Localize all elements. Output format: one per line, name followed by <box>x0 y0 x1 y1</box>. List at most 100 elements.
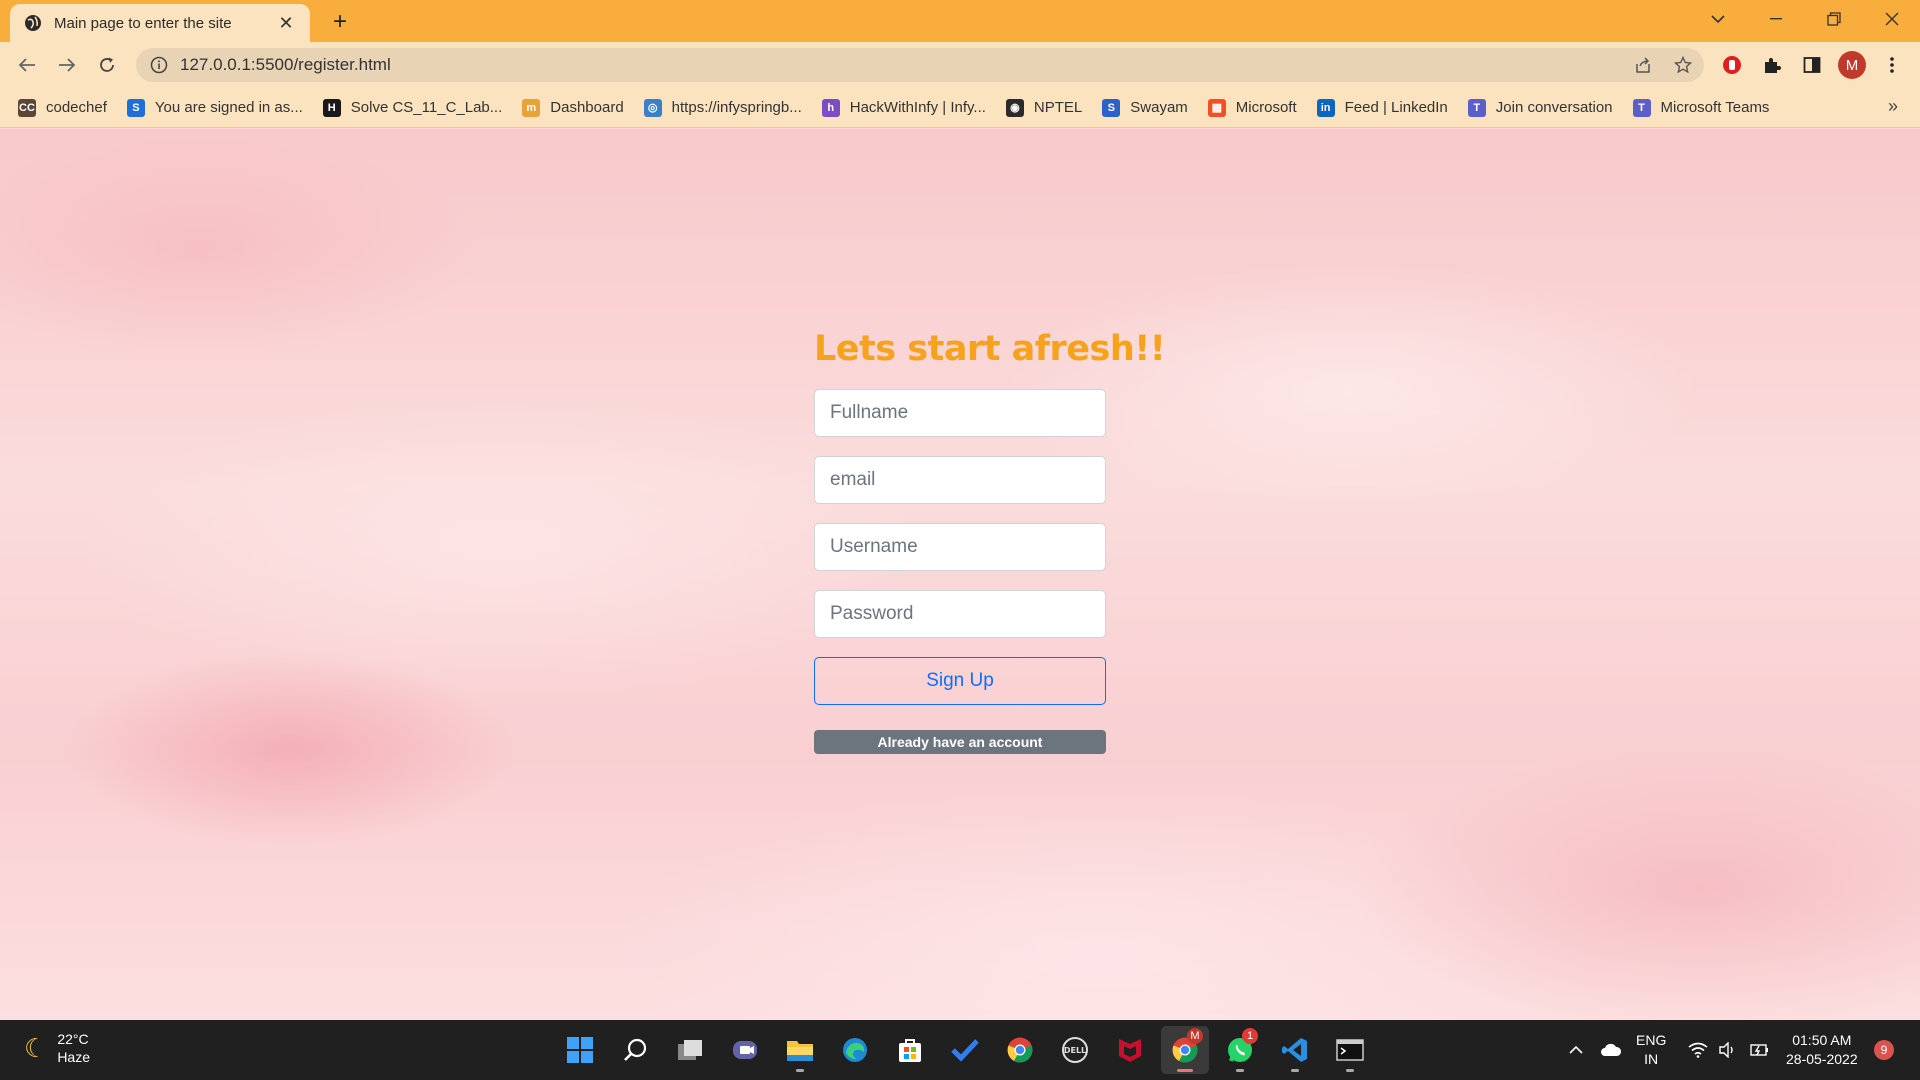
todo-checkmark-icon[interactable] <box>941 1026 989 1074</box>
codechef-icon: CC <box>18 98 36 117</box>
bookmark-label: Swayam <box>1130 99 1188 116</box>
teams-icon: T <box>1632 98 1651 117</box>
mcafee-icon[interactable] <box>1106 1026 1154 1074</box>
whatsapp-icon[interactable]: 1 <box>1216 1026 1264 1074</box>
extensions-puzzle-icon[interactable] <box>1758 51 1786 79</box>
chrome-profile-badge: M <box>1187 1028 1203 1044</box>
browser-toolbar: 127.0.0.1:5500/register.html M <box>0 42 1920 88</box>
dell-icon[interactable]: DELL <box>1051 1026 1099 1074</box>
svg-text:DELL: DELL <box>1064 1046 1086 1055</box>
hackwithinfy-icon: h <box>821 98 840 117</box>
clock-time: 01:50 AM <box>1792 1032 1852 1048</box>
bookmark-star-icon[interactable] <box>1666 48 1700 82</box>
reload-button[interactable] <box>92 50 122 80</box>
bookmark-item[interactable]: H Solve CS_11_C_Lab... <box>322 93 503 123</box>
close-tab-icon[interactable]: ✕ <box>276 13 296 34</box>
chrome-icon[interactable] <box>996 1026 1044 1074</box>
taskbar-apps: DELL M 1 <box>556 1026 1381 1074</box>
bookmark-item[interactable]: m Dashboard <box>522 93 624 123</box>
tab-title: Main page to enter the site <box>54 14 232 32</box>
wifi-icon[interactable] <box>1688 1020 1708 1080</box>
fullname-field[interactable] <box>814 389 1106 437</box>
bookmark-item[interactable]: CC codechef <box>18 93 107 123</box>
bookmark-item[interactable]: ▦ Microsoft <box>1207 93 1297 123</box>
bookmark-item[interactable]: ◉ NPTEL <box>1005 93 1083 123</box>
sign-up-button[interactable]: Sign Up <box>814 657 1106 705</box>
site-info-icon[interactable] <box>150 56 168 74</box>
edge-browser-icon[interactable] <box>831 1026 879 1074</box>
nptel-icon: ◉ <box>1005 98 1024 117</box>
show-hidden-icons-chevron[interactable] <box>1568 1020 1584 1080</box>
username-field[interactable] <box>814 523 1106 571</box>
lang-text: ENG <box>1636 1032 1667 1048</box>
weather-widget[interactable]: ☾ 22°C Haze <box>24 1030 90 1066</box>
s-icon: S <box>126 98 145 117</box>
restore-button[interactable] <box>1806 0 1862 38</box>
bookmark-label: Dashboard <box>550 99 624 116</box>
bookmark-label: https://infyspringb... <box>671 99 802 116</box>
chrome-profile-icon[interactable]: M <box>1161 1026 1209 1074</box>
bookmark-item[interactable]: ◎ https://infyspringb... <box>643 93 802 123</box>
vscode-icon[interactable] <box>1271 1026 1319 1074</box>
globe-icon: ◎ <box>643 98 662 117</box>
linkedin-icon: in <box>1316 98 1335 117</box>
register-form: Lets start afresh!! Sign Up Already have… <box>814 329 1166 754</box>
start-windows-icon[interactable] <box>556 1026 604 1074</box>
globe-icon <box>24 14 42 32</box>
bookmark-item[interactable]: in Feed | LinkedIn <box>1316 93 1448 123</box>
bookmark-label: Solve CS_11_C_Lab... <box>350 99 503 116</box>
bookmark-label: codechef <box>46 99 107 116</box>
teams-icon: T <box>1467 98 1486 117</box>
address-bar[interactable]: 127.0.0.1:5500/register.html <box>136 48 1704 82</box>
side-panel-icon[interactable] <box>1798 51 1826 79</box>
tab-strip: Main page to enter the site ✕ + <box>0 0 1920 42</box>
notification-center[interactable]: 9 <box>1874 1020 1894 1080</box>
new-tab-button[interactable]: + <box>326 8 354 36</box>
bookmark-item[interactable]: T Microsoft Teams <box>1632 93 1770 123</box>
already-have-account-button[interactable]: Already have an account <box>814 730 1106 754</box>
minimize-button[interactable] <box>1748 0 1804 38</box>
onedrive-cloud-icon[interactable] <box>1600 1020 1622 1080</box>
extension-adblock-icon[interactable] <box>1718 51 1746 79</box>
browser-tab[interactable]: Main page to enter the site ✕ <box>10 4 310 42</box>
language-indicator[interactable]: ENG IN <box>1636 1020 1666 1080</box>
clock[interactable]: 01:50 AM 28-05-2022 <box>1786 1020 1858 1080</box>
menu-kebab-icon[interactable] <box>1878 51 1906 79</box>
url-text[interactable]: 127.0.0.1:5500/register.html <box>180 55 391 75</box>
moon-icon: ☾ <box>24 1032 48 1063</box>
bookmark-item[interactable]: S Swayam <box>1102 93 1188 123</box>
forward-button[interactable] <box>52 50 82 80</box>
hackerrank-icon: H <box>322 98 341 117</box>
microsoft-store-icon[interactable] <box>886 1026 934 1074</box>
clock-date: 28-05-2022 <box>1786 1051 1858 1067</box>
bookmark-item[interactable]: h HackWithInfy | Infy... <box>821 93 986 123</box>
back-button[interactable] <box>12 50 42 80</box>
battery-charging-icon[interactable] <box>1748 1020 1770 1080</box>
task-view-icon[interactable] <box>666 1026 714 1074</box>
bookmark-label: HackWithInfy | Infy... <box>849 99 986 116</box>
file-explorer-icon[interactable] <box>776 1026 824 1074</box>
bookmark-label: NPTEL <box>1033 99 1083 116</box>
bookmark-item[interactable]: T Join conversation <box>1467 93 1613 123</box>
tab-search-icon[interactable] <box>1690 0 1746 38</box>
share-icon[interactable] <box>1626 48 1660 82</box>
bookmark-item[interactable]: S You are signed in as... <box>126 93 303 123</box>
terminal-icon[interactable] <box>1326 1026 1374 1074</box>
dashboard-icon: m <box>522 98 541 117</box>
profile-avatar[interactable]: M <box>1838 51 1866 79</box>
email-field[interactable] <box>814 456 1106 504</box>
bookmark-label: Join conversation <box>1495 99 1613 116</box>
bookmark-label: Microsoft Teams <box>1660 99 1770 116</box>
password-field[interactable] <box>814 590 1106 638</box>
region-text: IN <box>1644 1051 1659 1067</box>
teams-chat-icon[interactable] <box>721 1026 769 1074</box>
search-icon[interactable] <box>611 1026 659 1074</box>
bookmark-label: Microsoft <box>1235 99 1297 116</box>
weather-desc: Haze <box>57 1049 90 1065</box>
close-window-button[interactable] <box>1864 0 1920 38</box>
windows-taskbar: ☾ 22°C Haze DELL M 1 ENG IN 01:50 AM 28-… <box>0 1020 1920 1080</box>
bookmark-label: You are signed in as... <box>154 99 303 116</box>
volume-icon[interactable] <box>1718 1020 1738 1080</box>
swayam-icon: S <box>1102 98 1121 117</box>
bookmarks-overflow-icon[interactable]: » <box>1888 96 1898 117</box>
